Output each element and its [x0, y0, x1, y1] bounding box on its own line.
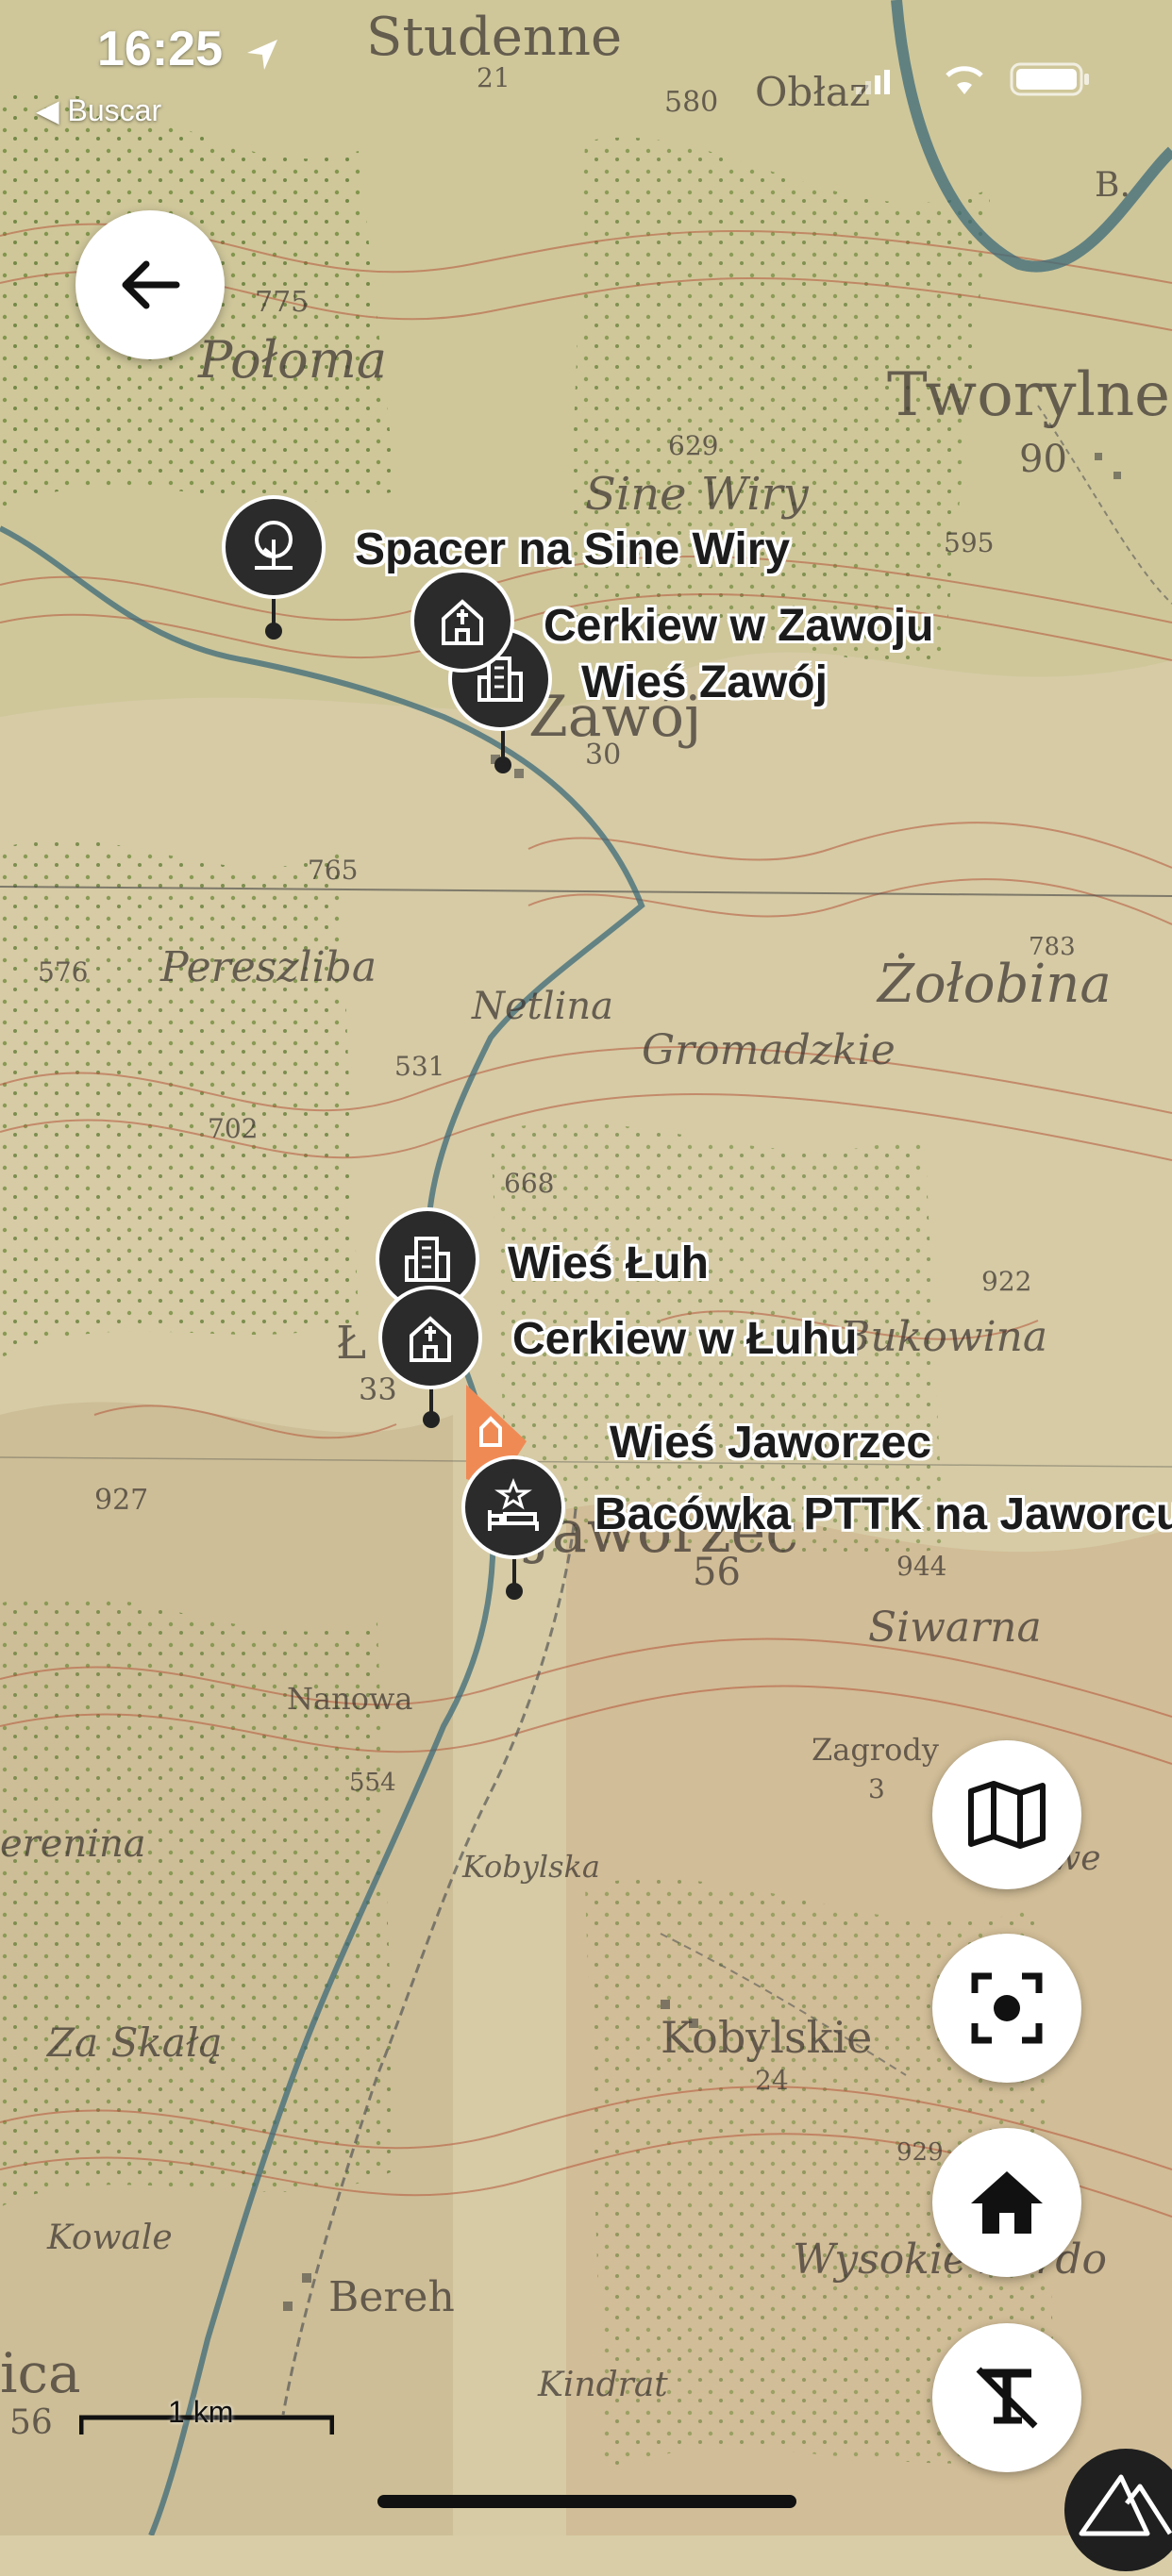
map-label: 702 [208, 1113, 258, 1144]
location-arrow-icon [247, 40, 277, 70]
poi-label: Wieś Łuh [508, 1238, 709, 1288]
map-label: 944 [896, 1551, 946, 1582]
map-label: B. [1095, 166, 1130, 205]
scale-bar: 1 km [79, 2395, 334, 2438]
status-time: 16:25 [97, 22, 223, 76]
map-label: 554 [349, 1769, 396, 1797]
map-label: 576 [38, 956, 88, 988]
map-label: Netlina [471, 985, 613, 1028]
back-button[interactable] [75, 210, 225, 359]
map-label: 56 [693, 1551, 741, 1594]
wifi-icon [946, 66, 983, 94]
map-label: 24 [755, 2065, 789, 2096]
app-logo [1064, 2449, 1172, 2571]
map-label: 783 [1029, 933, 1076, 961]
map-label: Kobylska [461, 1849, 600, 1885]
scale-label: 1 km [168, 2395, 234, 2429]
signal-icon [856, 70, 890, 94]
map-label: 765 [308, 855, 358, 886]
map-layers-button[interactable] [932, 1740, 1081, 1889]
map-label: Siwarna [868, 1604, 1042, 1652]
map-label: 929 [896, 2138, 944, 2167]
map-label: Żołobina [876, 953, 1112, 1015]
locate-button[interactable] [932, 1934, 1081, 2083]
pin-dot [265, 623, 282, 640]
tree-icon [222, 495, 326, 599]
pin-dot [423, 1411, 440, 1428]
map-label: ica [0, 2341, 81, 2405]
home-icon [971, 2171, 1043, 2234]
map-label: erenina [0, 1822, 146, 1866]
map-label: 3 [868, 1773, 885, 1804]
map-label: 56 [9, 2403, 53, 2442]
map-label: 90 [1019, 438, 1067, 481]
locate-icon [971, 1972, 1043, 2044]
map-label: 30 [585, 739, 621, 772]
poi-label: Cerkiew w Łuhu [512, 1314, 858, 1364]
poi-label-jaworzec[interactable]: Wieś Jaworzec [610, 1417, 931, 1469]
back-to-app-label: Buscar [67, 93, 162, 127]
map-label: Kindrat [537, 2366, 668, 2404]
map-label: 629 [668, 430, 718, 461]
map-label: Za Skałą [45, 2019, 223, 2066]
battery-icon [1010, 62, 1089, 96]
map-label: Ł [336, 1317, 366, 1370]
map-label: Kowale [46, 2219, 173, 2257]
map-label: 927 [94, 1484, 148, 1517]
church-icon [378, 1286, 482, 1389]
mountain-icon [1079, 2474, 1172, 2536]
map-label: Bukowina [839, 1313, 1047, 1361]
poi-label: Cerkiew w Zawoju [544, 601, 934, 651]
map-label: 595 [944, 527, 994, 558]
map-label: 922 [981, 1266, 1031, 1297]
map-label: Sine Wiry [585, 468, 810, 521]
back-to-app-link[interactable]: ◀ Buscar [36, 92, 161, 128]
map-icon [968, 1781, 1046, 1849]
text-off-icon [976, 2367, 1038, 2429]
map-label: Gromadzkie [642, 1026, 896, 1074]
map-label: 531 [394, 1051, 444, 1082]
map-label: Tworylne [887, 360, 1170, 430]
poi-label: Spacer na Sine Wiry [355, 524, 791, 574]
map-label: Połoma [197, 330, 387, 390]
map-label: Bereh [328, 2273, 455, 2321]
map-label: 775 [255, 286, 309, 319]
pin-dot [494, 756, 511, 773]
home-button[interactable] [932, 2128, 1081, 2277]
toggle-labels-button[interactable] [932, 2323, 1081, 2472]
home-indicator [377, 2495, 796, 2508]
map-label: Pereszliba [159, 943, 377, 991]
arrow-left-icon [122, 260, 180, 309]
bed-icon [461, 1455, 565, 1559]
map-label: Nanowa [287, 1681, 412, 1717]
poi-label: Wieś Zawój [581, 657, 828, 707]
poi-label: Bacówka PTTK na Jaworcu [594, 1489, 1172, 1539]
pin-dot [506, 1583, 523, 1600]
map-label: 668 [504, 1168, 554, 1199]
map-label: 33 [359, 1371, 397, 1407]
status-bar: 16:25 ◀ Buscar [0, 0, 1172, 141]
map-label: Zagrody [812, 1732, 939, 1768]
church-icon [410, 569, 514, 673]
map-label: Kobylskie [661, 2012, 872, 2063]
